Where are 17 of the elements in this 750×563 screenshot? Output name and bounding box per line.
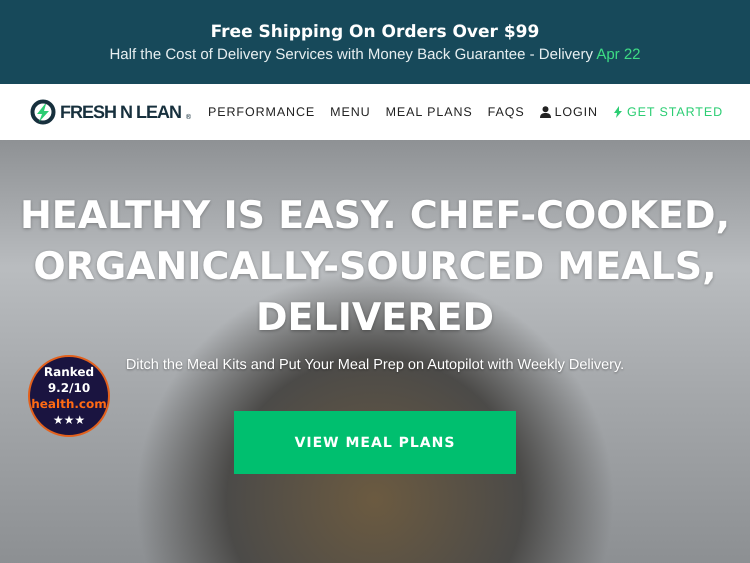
logo-icon <box>30 99 56 125</box>
user-icon <box>540 106 551 118</box>
badge-score: 9.2/10 <box>48 380 90 396</box>
promo-subtitle: Half the Cost of Delivery Services with Money Back Guarantee - Delivery Apr 22 <box>109 46 641 62</box>
nav-link[interactable]: PERFORMANCE <box>208 105 316 119</box>
badge-label: Ranked <box>44 364 94 380</box>
hero-subtitle: Ditch the Meal Kits and Put Your Meal Prep on Autopilot with Weekly Delivery. <box>126 357 624 373</box>
nav-link[interactable]: MENU <box>330 105 371 119</box>
promo-title: Free Shipping On Orders Over $99 <box>210 22 540 42</box>
nav-link[interactable]: FAQS <box>488 105 525 119</box>
hero-headline: HEALTHY IS EASY. CHEF-COOKED, ORGANICALLY-SOURCED MEALS, DELIVERED <box>18 192 731 341</box>
bolt-icon <box>612 106 623 118</box>
nav-link[interactable]: LOGIN <box>540 105 598 119</box>
logo-text[interactable]: FRESH N LEAN <box>60 101 182 123</box>
badge-stars: ★★★ <box>52 412 86 428</box>
nav-link[interactable]: MEAL PLANS <box>386 105 473 119</box>
badge-source: health.com <box>31 396 107 412</box>
